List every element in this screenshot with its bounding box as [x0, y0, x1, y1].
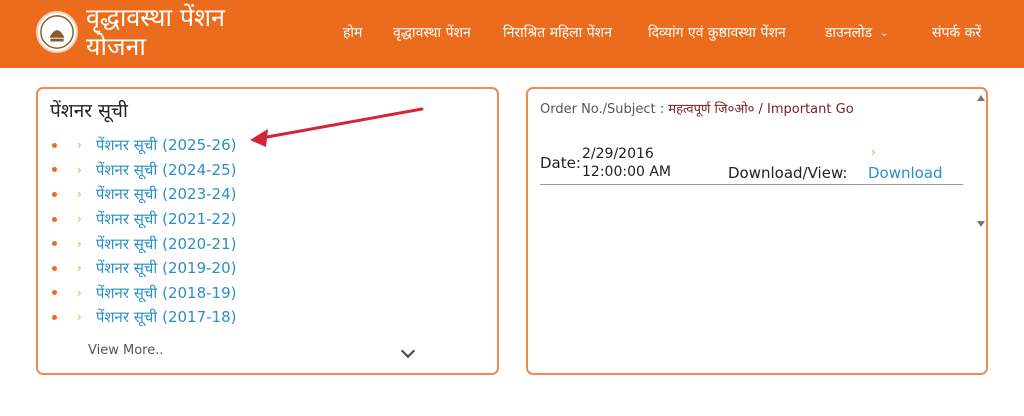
date-value: 2/29/2016 12:00:00 AM — [582, 145, 671, 181]
nav-download[interactable]: डाउनलोड ⌄ — [825, 23, 889, 42]
bullet-icon — [52, 191, 57, 197]
emblem-graphic — [40, 15, 74, 49]
item-year: (2017-18) — [162, 308, 237, 327]
item-year: (2024-25) — [162, 160, 237, 179]
list-item[interactable]: › पेंशनर सूची (2020-21) — [52, 231, 236, 256]
chevron-down-icon[interactable] — [400, 343, 416, 359]
chevron-down-icon: ⌄ — [880, 27, 889, 39]
item-label: पेंशनर सूची — [95, 136, 158, 155]
chevron-right-icon: › — [77, 285, 82, 300]
pensioner-list: › पेंशनर सूची (2025-26) › पेंशनर सूची (202… — [52, 133, 236, 330]
item-label: पेंशनर सूची — [95, 308, 158, 327]
bullet-icon — [52, 216, 57, 222]
date-line-1: 2/29/2016 — [582, 146, 654, 162]
list-item[interactable]: › पेंशनर सूची (2023-24) — [52, 182, 236, 207]
date-label: Date: — [540, 154, 581, 172]
nav-download-label: डाउनलोड — [825, 25, 873, 41]
nav-home[interactable]: होम — [343, 23, 362, 42]
list-item[interactable]: › पेंशनर सूची (2019-20) — [52, 256, 236, 281]
chevron-right-icon: › — [77, 138, 82, 153]
bullet-icon — [52, 265, 57, 271]
list-item[interactable]: › पेंशनर सूची (2021-22) — [52, 207, 236, 232]
item-label: पेंशनर सूची — [95, 160, 158, 179]
item-year: (2025-26) — [162, 136, 237, 155]
bullet-icon — [52, 142, 57, 148]
nav-disability-pension[interactable]: दिव्यांग एवं कुष्ठावस्था पेंशन — [648, 23, 786, 42]
date-line-2: 12:00:00 AM — [582, 164, 671, 180]
scroll-up-arrow-icon[interactable] — [977, 95, 985, 101]
download-view-label: Download/View: — [728, 164, 848, 182]
panel-title: पेंशनर सूची — [50, 100, 128, 122]
list-item[interactable]: › पेंशनर सूची (2025-26) — [52, 133, 236, 158]
chevron-right-icon: › — [77, 236, 82, 251]
chevron-right-icon: › — [871, 145, 876, 159]
list-item[interactable]: › पेंशनर सूची (2024-25) — [52, 158, 236, 183]
nav-contact[interactable]: संपर्क करें — [932, 23, 981, 42]
list-item[interactable]: › पेंशनर सूची (2018-19) — [52, 281, 236, 306]
item-label: पेंशनर सूची — [95, 259, 158, 278]
main-nav: होम वृद्धावस्था पेंशन निराश्रित महिला पे… — [300, 0, 1024, 68]
item-year: (2023-24) — [162, 185, 237, 204]
order-label: Order No./Subject : — [540, 102, 665, 117]
chevron-right-icon: › — [77, 187, 82, 202]
bullet-icon — [52, 241, 57, 247]
up-govt-emblem-icon[interactable] — [36, 11, 78, 53]
site-header: वृद्धावस्था पेंशन योजना होम वृद्धावस्था … — [0, 0, 1024, 68]
list-item[interactable]: › पेंशनर सूची (2017-18) — [52, 305, 236, 330]
view-more-link[interactable]: View More.. — [88, 343, 163, 358]
bullet-icon — [52, 167, 57, 173]
item-year: (2019-20) — [162, 259, 237, 278]
order-subject: महत्वपूर्ण जि०ओ० / Important Go — [668, 102, 854, 117]
item-year: (2021-22) — [162, 210, 237, 229]
orders-panel: Order No./Subject : महत्वपूर्ण जि०ओ० / I… — [526, 87, 988, 375]
chevron-right-icon: › — [77, 212, 82, 227]
item-label: पेंशनर सूची — [95, 234, 158, 253]
annotation-arrow-icon — [250, 107, 424, 147]
download-link[interactable]: Download — [868, 164, 943, 182]
bullet-icon — [52, 290, 57, 296]
row-divider — [540, 184, 963, 185]
chevron-right-icon: › — [77, 261, 82, 276]
chevron-right-icon: › — [77, 162, 82, 177]
item-label: पेंशनर सूची — [95, 283, 158, 302]
nav-old-age-pension[interactable]: वृद्धावस्था पेंशन — [393, 23, 471, 42]
bullet-icon — [52, 314, 57, 320]
chevron-right-icon: › — [77, 310, 82, 325]
nav-destitute-women-pension[interactable]: निराश्रित महिला पेंशन — [503, 23, 612, 42]
item-label: पेंशनर सूची — [95, 185, 158, 204]
scroll-down-arrow-icon[interactable] — [977, 221, 985, 227]
item-year: (2020-21) — [162, 234, 237, 253]
site-title[interactable]: वृद्धावस्था पेंशन योजना — [86, 3, 286, 61]
order-subject-line: Order No./Subject : महत्वपूर्ण जि०ओ० / I… — [540, 99, 854, 117]
item-year: (2018-19) — [162, 283, 237, 302]
item-label: पेंशनर सूची — [95, 210, 158, 229]
